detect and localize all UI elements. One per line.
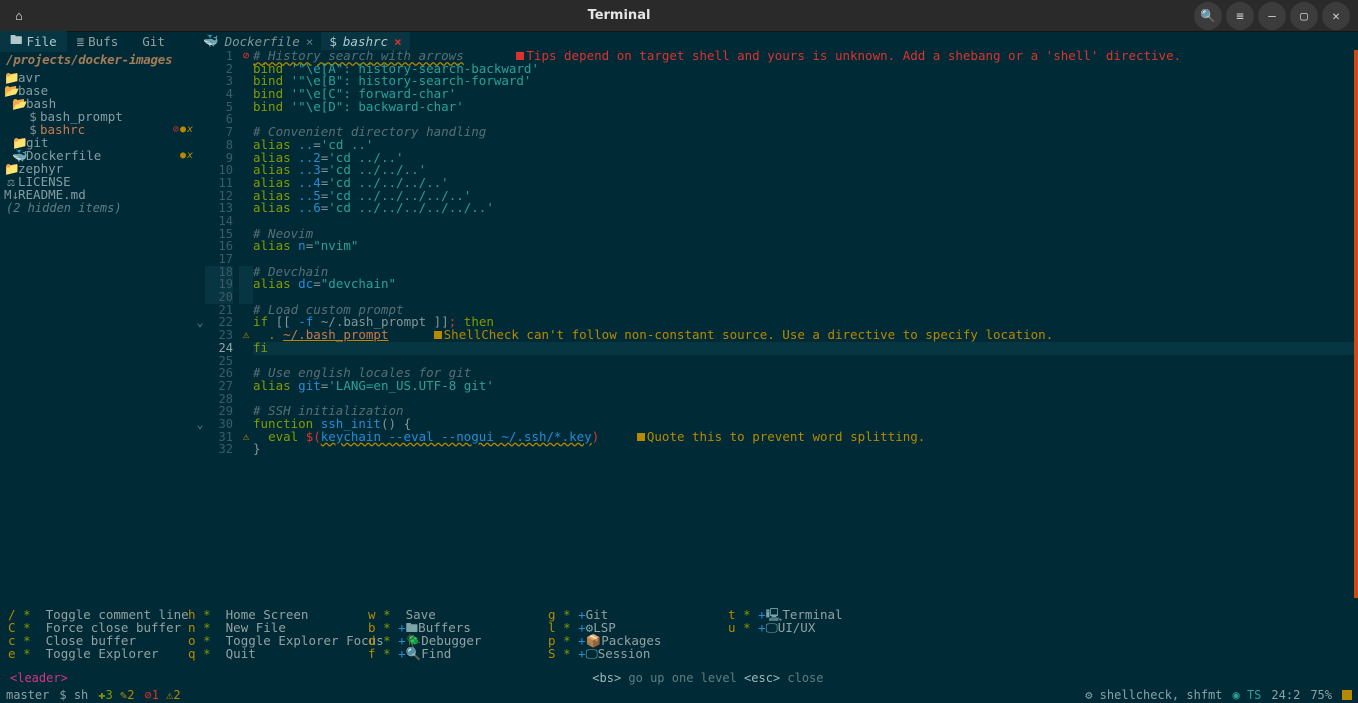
- buffers-icon: ≣: [77, 34, 85, 49]
- code-lines[interactable]: # History search with arrows Tips depend…: [253, 50, 1358, 603]
- sidebar-tab-bufs-label: Bufs: [88, 34, 118, 49]
- whichkey-item[interactable]: e * Toggle Explorer: [8, 647, 188, 660]
- editor-tab[interactable]: 🐳Dockerfile×: [195, 32, 321, 50]
- whichkey-item[interactable]: f * +🔍Find: [368, 647, 548, 660]
- filetype: $ sh: [59, 688, 88, 702]
- whichkey-leader: <leader>: [10, 671, 68, 685]
- search-button[interactable]: 🔍: [1194, 2, 1222, 30]
- file-explorer: 🖿File ≣Bufs Git /projects/docker-images …: [0, 32, 195, 603]
- menu-button[interactable]: ≡: [1226, 2, 1254, 30]
- folder-icon: 🖿: [10, 31, 23, 52]
- file-tree[interactable]: 📁avr📂base📂bash$bash_prompt$bashrc⊘●x📁git…: [0, 69, 195, 201]
- line-numbers: 1234567891011121314151617181920212223242…: [205, 50, 239, 603]
- sidebar-tab-git[interactable]: Git: [128, 34, 175, 49]
- whichkey-item[interactable]: q * Quit: [188, 647, 368, 660]
- whichkey-panel: / * Toggle comment lineC * Force close b…: [0, 603, 1358, 687]
- lsp-status: ⚙ shellcheck, shfmt: [1085, 688, 1222, 702]
- app-menu-icon[interactable]: ⌂: [8, 5, 30, 27]
- code-surface[interactable]: ⌄⌄ 1234567891011121314151617181920212223…: [195, 50, 1358, 603]
- whichkey-hint: <bs> go up one level <esc> close: [592, 671, 823, 685]
- scroll-percent: 75%: [1310, 688, 1332, 702]
- tree-item[interactable]: M↓README.md: [0, 188, 195, 201]
- git-branch: master: [6, 688, 49, 702]
- treesitter-status: ◉ TS: [1233, 688, 1262, 702]
- sidebar-tab-git-label: Git: [142, 34, 165, 49]
- scroll-indicator-icon: [1342, 690, 1352, 700]
- whichkey-item[interactable]: S * +🖵Session: [548, 647, 728, 660]
- diagnostics: ⊘1 ⚠2: [144, 688, 180, 702]
- git-diff: ✚3 ✎2: [98, 688, 134, 702]
- sidebar-tab-bufs[interactable]: ≣Bufs: [67, 34, 129, 49]
- close-button[interactable]: ✕: [1322, 2, 1350, 30]
- whichkey-item[interactable]: u * +🖵UI/UX: [728, 621, 908, 634]
- editor-area: 🐳Dockerfile×$bashrc× ⌄⌄ 1234567891011121…: [195, 32, 1358, 603]
- statusline: master $ sh ✚3 ✎2 ⊘1 ⚠2 ⚙ shellcheck, sh…: [0, 687, 1358, 703]
- cursor-position: 24:2: [1271, 688, 1300, 702]
- window-title: Terminal: [44, 8, 1194, 23]
- editor-tab[interactable]: $bashrc×: [321, 32, 409, 50]
- maximize-button[interactable]: ▢: [1290, 2, 1318, 30]
- window-titlebar: ⌂ Terminal 🔍 ≡ – ▢ ✕: [0, 0, 1358, 32]
- sidebar-tab-file-label: File: [27, 34, 57, 49]
- editor-tabs: 🐳Dockerfile×$bashrc×: [195, 32, 1358, 50]
- sign-column: ⊘⚠⚠: [239, 50, 253, 603]
- sidebar-tab-file[interactable]: 🖿 File: [0, 31, 67, 52]
- explorer-path: /projects/docker-images: [0, 50, 195, 69]
- hidden-items-label: (2 hidden items): [0, 201, 195, 215]
- scrollbar[interactable]: [1354, 50, 1358, 598]
- minimize-button[interactable]: –: [1258, 2, 1286, 30]
